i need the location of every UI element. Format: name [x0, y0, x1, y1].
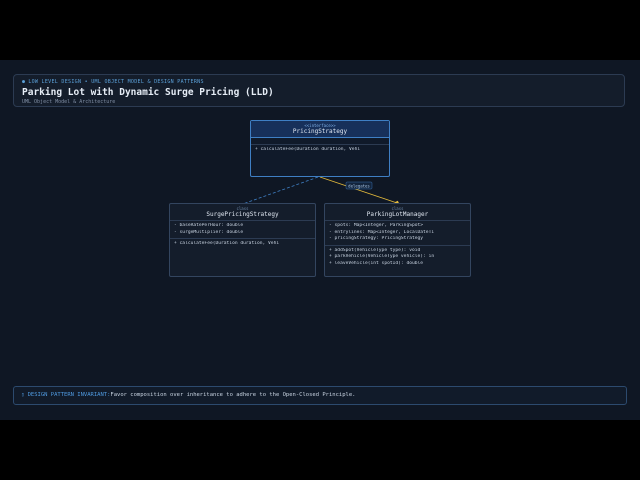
attributes-section: - spots: Map<Integer, ParkingSpot> - ent…: [325, 221, 470, 246]
attributes-section: [251, 138, 389, 145]
delegates-line: [319, 176, 400, 206]
class-surge-pricing-strategy[interactable]: class SurgePricingStrategy - baseRatePer…: [169, 203, 316, 277]
attributes-section: - baseRatePerHour: double - surgeMultipl…: [170, 221, 315, 239]
class-name: ParkingLotManager: [366, 211, 429, 218]
invariant-text: Favor composition over inheritance to ad…: [110, 392, 356, 398]
relationship-lines: delegates: [239, 176, 400, 206]
method-item: + calculateFee(Duration duration, Vehi: [255, 147, 361, 152]
class-header: class ParkingLotManager: [325, 204, 470, 221]
class-pricing-strategy[interactable]: <<interface>> PricingStrategy + calculat…: [250, 120, 390, 177]
invariant-label: ▯ DESIGN PATTERN INVARIANT:: [21, 392, 111, 398]
footer-line: ▯ DESIGN PATTERN INVARIANT:Favor composi…: [21, 392, 355, 398]
class-name: SurgePricingStrategy: [206, 211, 279, 218]
class-header: <<interface>> PricingStrategy: [251, 121, 389, 138]
attribute-item: - surgeMultiplier: double: [174, 229, 244, 235]
methods-section: + calculateFee(Duration duration, Vehi: [170, 239, 315, 250]
methods-section: + addSpot(VehicleType type): void + park…: [325, 246, 470, 270]
delegates-label: delegates: [348, 183, 370, 188]
methods-section: + calculateFee(Duration duration, Vehi: [251, 145, 389, 156]
class-header: class SurgePricingStrategy: [170, 204, 315, 221]
method-item: + calculateFee(Duration duration, Vehi: [174, 241, 280, 246]
attribute-item: - pricingStrategy: PricingStrategy: [329, 236, 424, 241]
realization-line: [239, 176, 319, 206]
diagram-canvas: ● LOW LEVEL DESIGN • UML OBJECT MODEL & D…: [0, 60, 640, 420]
class-parking-lot-manager[interactable]: class ParkingLotManager - spots: Map<Int…: [324, 203, 471, 277]
method-item: + leaveVehicle(int spotId): double: [329, 260, 424, 266]
design-invariant-panel: ▯ DESIGN PATTERN INVARIANT:Favor composi…: [13, 386, 627, 405]
class-name: PricingStrategy: [292, 128, 348, 135]
